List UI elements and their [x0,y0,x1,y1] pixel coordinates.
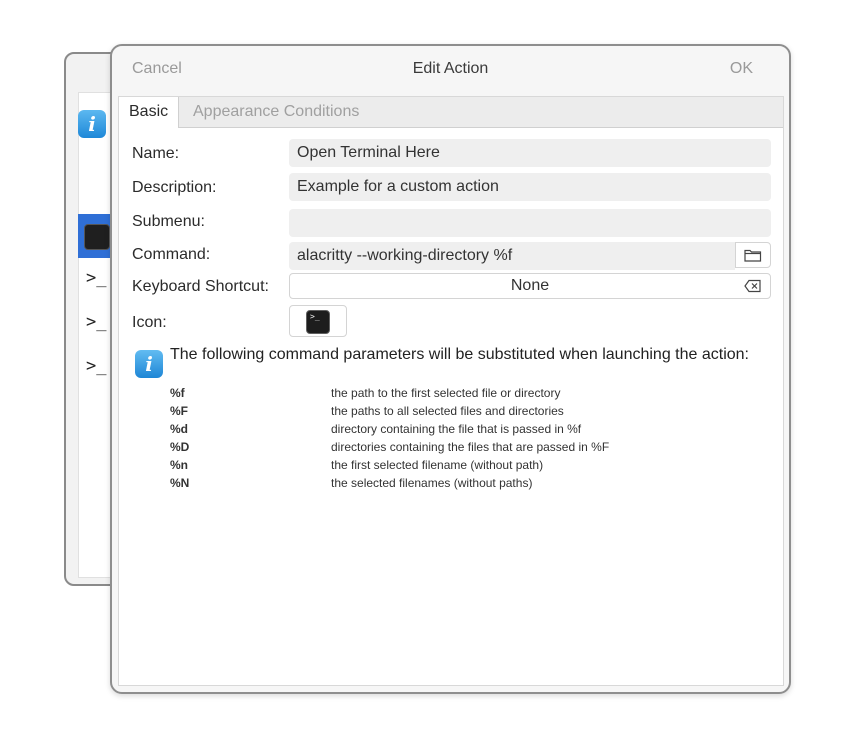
tab-panel: Basic Appearance Conditions Name: Open T… [118,96,784,686]
background-prompt-icon[interactable]: >_ [86,312,106,332]
background-prompt-icon[interactable]: >_ [86,268,106,288]
parameter-key: %D [170,440,190,454]
background-terminal-icon [84,224,110,250]
tab-basic[interactable]: Basic [119,97,180,128]
folder-icon [744,249,762,262]
parameter-key: %n [170,458,188,472]
edit-action-dialog: Cancel Edit Action OK Basic Appearance C… [110,44,791,694]
keyboard-shortcut-value: None [510,277,550,294]
parameter-description: the path to the first selected file or d… [331,386,561,400]
icon-label: Icon: [132,314,167,331]
browse-command-button[interactable] [735,242,771,268]
parameter-description: directory containing the file that is pa… [331,422,582,436]
info-icon: i [135,350,163,378]
terminal-icon: >_ [306,310,330,334]
parameter-key: %F [170,404,188,418]
description-field[interactable]: Example for a custom action [289,173,771,201]
parameter-description: the selected filenames (without paths) [331,476,533,490]
description-label: Description: [132,179,217,196]
name-label: Name: [132,145,180,162]
dialog-title: Edit Action [412,60,489,77]
ok-button[interactable]: OK [730,60,753,78]
keyboard-shortcut-label: Keyboard Shortcut: [132,278,269,295]
parameter-description: directories containing the files that ar… [331,440,610,454]
info-text: The following command parameters will be… [170,346,749,363]
background-prompt-icon[interactable]: >_ [86,356,106,376]
command-field[interactable]: alacritty --working-directory %f [289,242,735,270]
dialog-titlebar: Cancel Edit Action OK [112,46,789,92]
parameter-key: %d [170,422,188,436]
keyboard-shortcut-button[interactable]: None [289,273,771,299]
command-label: Command: [132,246,211,263]
name-field[interactable]: Open Terminal Here [289,139,771,167]
tab-bar: Basic Appearance Conditions [119,97,783,128]
backspace-clear-icon[interactable] [744,279,762,293]
icon-picker-button[interactable]: >_ [289,305,347,337]
submenu-field[interactable] [289,209,771,237]
background-info-icon: i [78,110,106,138]
parameter-description: the paths to all selected files and dire… [331,404,564,418]
parameter-description: the first selected filename (without pat… [331,458,544,472]
parameter-key: %f [170,386,185,400]
parameter-key: %N [170,476,190,490]
tab-appearance-conditions[interactable]: Appearance Conditions [183,97,369,127]
submenu-label: Submenu: [132,213,205,230]
terminal-prompt-glyph: >_ [310,312,320,321]
